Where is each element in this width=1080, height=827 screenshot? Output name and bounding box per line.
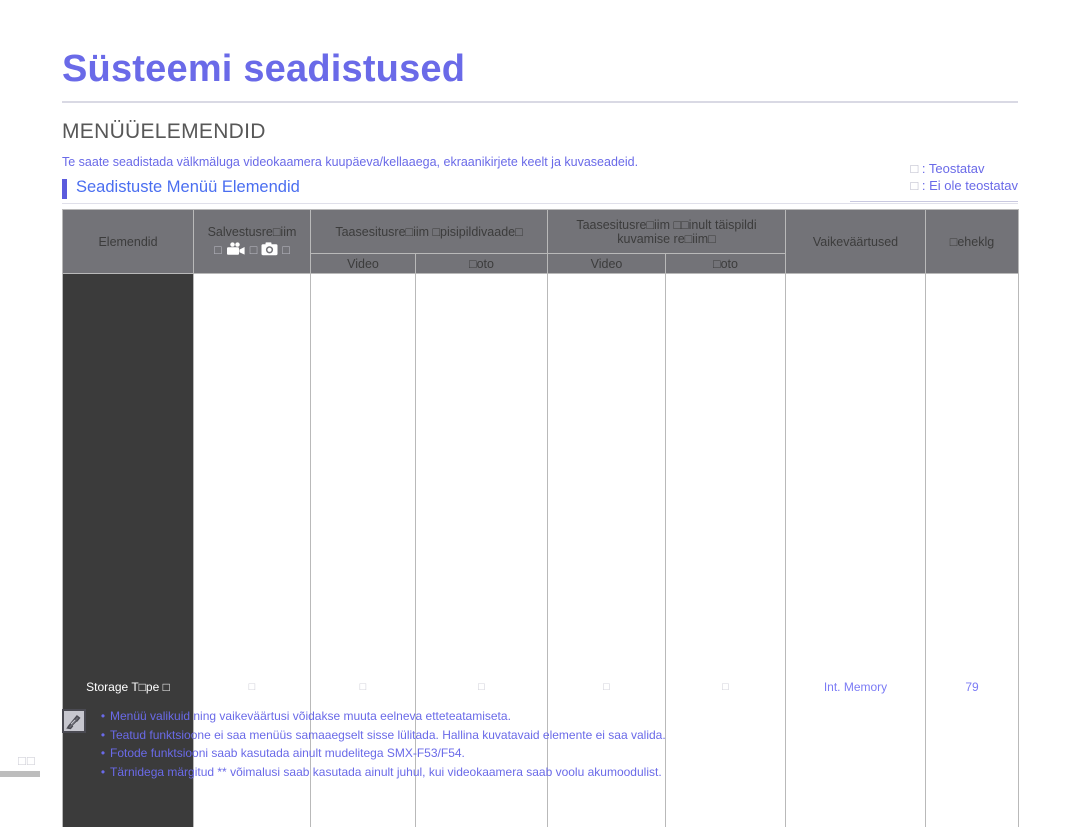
legend-row-available: □ : Teostatav — [910, 160, 1018, 177]
col-header-record-mode: Salvestusre□iim □ □ □ — [193, 209, 311, 274]
legend-available-label: : Teostatav — [921, 161, 985, 176]
footer-bar — [0, 771, 40, 777]
section-description: Te saate seadistada välkmäluga videokaam… — [62, 155, 639, 169]
note-bullet-icon: • — [100, 709, 106, 723]
subsection-accent-bar — [62, 179, 67, 199]
title-divider — [62, 101, 1018, 103]
col-header-playback-thumbnail: Taasesitusre□iim □pisipildivaade□ — [310, 209, 548, 254]
legend-unavailable-label: : Ei ole teostatav — [921, 178, 1018, 193]
note-item: • Tärnidega märgitud ** võimalusi saab ka… — [96, 763, 1018, 782]
note-bullet-icon: • — [100, 764, 106, 779]
col-subheader-video-full: Video — [547, 253, 666, 274]
note-pen-icon — [62, 709, 86, 733]
tofu-glyph: □ — [249, 243, 258, 257]
video-camera-icon — [226, 241, 246, 259]
table-header: Elemendid Salvestusre□iim □ □ □ Taasesit… — [62, 209, 1019, 274]
document-page: Süsteemi seadistused MENÜÜELEMENDID Te s… — [0, 0, 1080, 827]
legend-available-symbol: □ — [910, 161, 919, 176]
col-header-page: □eheklg — [925, 209, 1019, 274]
note-bullet-icon: • — [100, 746, 106, 760]
tofu-glyph: □ — [214, 243, 222, 257]
note-item: • Menüü valikuid ning vaikeväärtusi võida… — [96, 707, 1018, 726]
note-bullet-icon: • — [100, 727, 106, 742]
note-text: Menüü valikuid ning vaikeväärtusi võidak… — [110, 709, 511, 723]
subsection-title: Seadistuste Menüü Elemendid — [76, 178, 300, 196]
col-subheader-video-thumb: Video — [310, 253, 416, 274]
note-text: Tärnidega märgitud ** võimalusi saab kas… — [110, 764, 662, 779]
page-title: Süsteemi seadistused — [62, 48, 466, 90]
legend-row-unavailable: □ : Ei ole teostatav — [910, 177, 1018, 194]
notes-list: • Menüü valikuid ning vaikeväärtusi võida… — [96, 707, 1018, 781]
col-header-items: Elemendid — [62, 209, 194, 274]
note-item: • Fotode funktsiooni saab kasutada ainult… — [96, 744, 1018, 763]
col-header-playback-fullview: Taasesitusre□iim □□inult täispildi kuvam… — [547, 209, 786, 254]
tofu-glyph: □ — [282, 243, 290, 257]
section-heading: MENÜÜELEMENDID — [62, 120, 266, 143]
col-subheader-photo-full: □oto — [665, 253, 786, 274]
record-mode-icon-group: □ □ □ — [197, 241, 307, 259]
table-header-row-top: Elemendid Salvestusre□iim □ □ □ Taasesit… — [62, 209, 1019, 274]
col-header-defaults: Vaikeväärtused — [785, 209, 926, 274]
legend-divider — [850, 201, 1018, 202]
note-text: Teatud funktsioone ei saa menüüs samaaeg… — [110, 727, 666, 742]
legend-unavailable-symbol: □ — [910, 178, 919, 193]
col-header-record-mode-label: Salvestusre□iim — [207, 224, 297, 239]
notes-block: • Menüü valikuid ning vaikeväärtusi võida… — [62, 707, 1018, 781]
photo-camera-icon — [261, 241, 278, 259]
col-subheader-photo-thumb: □oto — [415, 253, 548, 274]
footer-page-number: □□ — [18, 753, 36, 768]
note-item: • Teatud funktsioone ei saa menüüs samaae… — [96, 726, 1018, 745]
note-text: Fotode funktsiooni saab kasutada ainult … — [110, 746, 465, 760]
legend: □ : Teostatav □ : Ei ole teostatav — [910, 160, 1018, 194]
subsection-divider — [62, 203, 1018, 204]
